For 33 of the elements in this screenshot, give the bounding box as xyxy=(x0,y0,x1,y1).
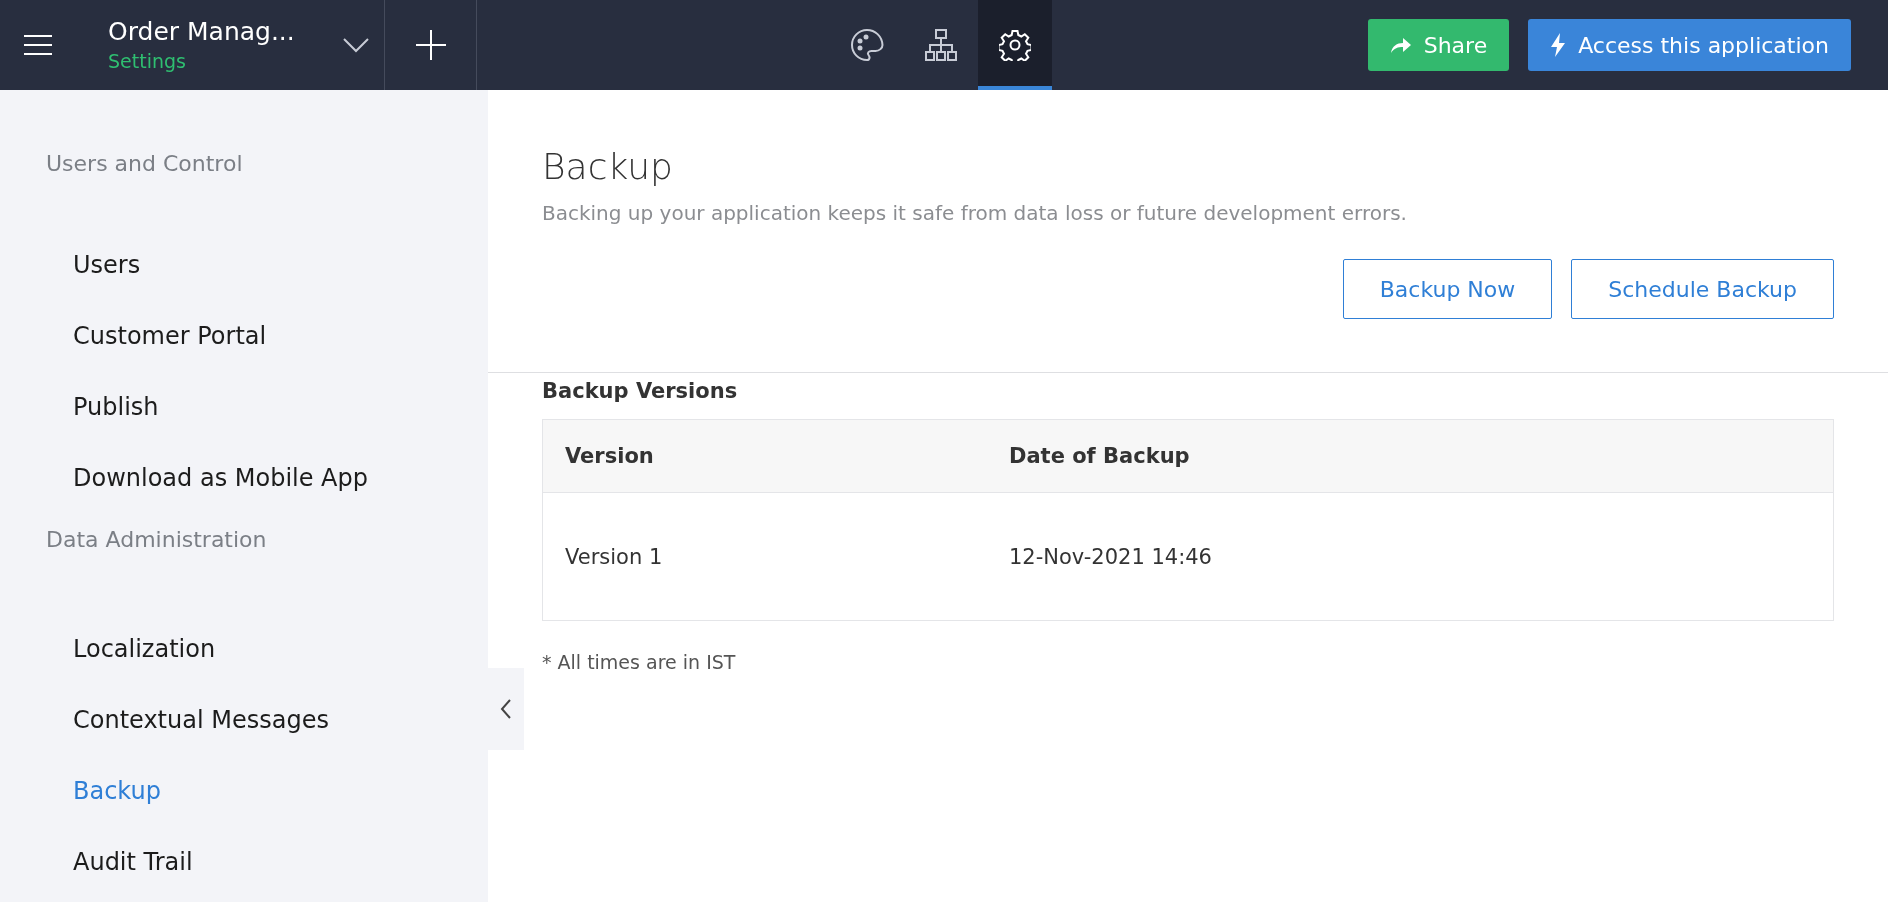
toolbar-tab[interactable] xyxy=(978,0,1053,90)
page-title: Backup xyxy=(542,146,674,187)
column-header: Version xyxy=(542,419,987,493)
sidebar-item[interactable]: Publish xyxy=(0,372,488,443)
menu-icon xyxy=(23,34,53,56)
chevron-down-icon xyxy=(342,37,370,53)
app-subtitle: Settings xyxy=(108,49,187,74)
table-cell: Version 1 xyxy=(542,492,987,621)
section-title: Backup Versions xyxy=(542,379,739,403)
column-header: Date of Backup xyxy=(987,419,1834,493)
sidebar-item[interactable]: Backup xyxy=(0,756,488,827)
access-application-button[interactable]: Access this application xyxy=(1528,19,1851,71)
footnote: * All times are in IST xyxy=(542,651,737,673)
page-description: Backing up your application keeps it safe from data loss or future development errors. xyxy=(542,201,1408,225)
app-name: Order Manag... xyxy=(108,16,296,48)
sidebar-item[interactable]: Audit Trail xyxy=(0,827,488,898)
sidebar-item[interactable]: Localization xyxy=(0,614,488,685)
plus-icon xyxy=(414,29,447,61)
sidebar-section-title: Data Administration xyxy=(46,527,267,552)
table-cell: 12-Nov-2021 14:46 xyxy=(987,492,1834,621)
palette-icon xyxy=(850,28,885,62)
backup-action-button[interactable]: Schedule Backup xyxy=(1571,259,1834,319)
sidebar-item[interactable]: Users xyxy=(0,230,488,301)
sidebar-item[interactable]: Customer Portal xyxy=(0,301,488,372)
sidebar-item[interactable]: Download as Mobile App xyxy=(0,443,488,514)
settings-icon xyxy=(999,29,1032,61)
sidebar-item[interactable]: Contextual Messages xyxy=(0,685,488,756)
hierarchy-icon xyxy=(924,28,959,62)
lightning-icon xyxy=(1550,33,1567,57)
share-arrow-icon xyxy=(1389,36,1412,54)
backup-action-button[interactable]: Backup Now xyxy=(1342,259,1553,319)
sidebar-section-title: Users and Control xyxy=(46,151,243,176)
chevron-left-icon xyxy=(500,698,512,720)
